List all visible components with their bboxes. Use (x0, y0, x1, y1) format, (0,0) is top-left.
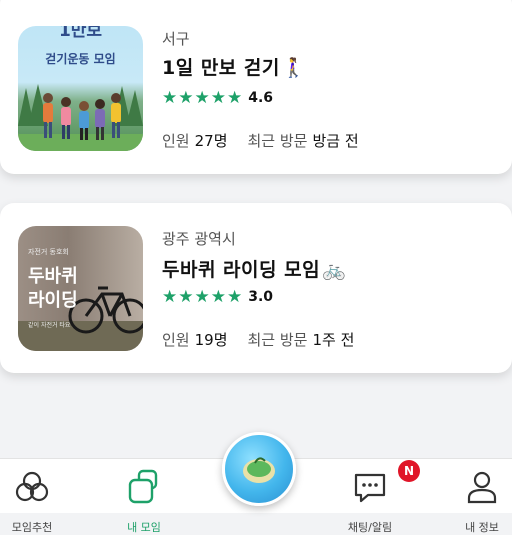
nav-item-profile[interactable]: 내 정보 (462, 467, 502, 534)
club-card-walking[interactable]: 1만보 걷기운동 모임 서구 1일 만보 걷기 🚶‍♀️ ★★★★★ 4.6 인원… (0, 0, 512, 174)
visit-value: 1주 전 (312, 331, 355, 349)
person-icon (467, 471, 497, 504)
club-meta: 인원 27명 최근 방문 방금 전 (162, 130, 359, 151)
circles-icon (15, 471, 49, 502)
club-title-text: 두바퀴 라이딩 모임 (162, 259, 321, 281)
club-rating: ★★★★★ 3.0 (162, 287, 273, 307)
club-card-riding[interactable]: 자전거 동호회 두바퀴 라이딩 같이 자전거 타요 광주 광역시 두바퀴 라이딩… (0, 203, 512, 373)
club-thumbnail: 자전거 동호회 두바퀴 라이딩 같이 자전거 타요 (18, 226, 143, 351)
thumbnail-caption: 자전거 동호회 (28, 248, 69, 256)
visit-value: 방금 전 (312, 132, 359, 150)
visit-label: 최근 방문 (247, 132, 308, 150)
chat-icon (354, 473, 386, 503)
club-region: 서구 (162, 30, 190, 48)
star-rating-icon: ★★★★★ (162, 88, 244, 108)
nav-item-recommend[interactable]: 모임추천 (12, 467, 52, 534)
rating-score: 3.0 (248, 289, 274, 305)
members-value: 19명 (194, 331, 228, 349)
walking-group-illustration (18, 84, 143, 151)
thumbnail-tagline: 같이 자전거 타요 (28, 322, 71, 329)
visit-label: 최근 방문 (247, 331, 308, 349)
club-thumbnail: 1만보 걷기운동 모임 (18, 26, 143, 151)
nav-label: 모임추천 (11, 521, 53, 534)
thumbnail-title-line2: 라이딩 (28, 290, 78, 311)
members-label: 인원 (162, 132, 190, 150)
club-title: 1일 만보 걷기 🚶‍♀️ (162, 53, 306, 80)
squares-icon (128, 469, 158, 504)
nav-item-chat[interactable]: 채팅/알림 (348, 467, 392, 534)
members-label: 인원 (162, 331, 190, 349)
rating-score: 4.6 (248, 90, 274, 106)
island-icon (243, 457, 275, 483)
nav-item-my-clubs[interactable]: 내 모임 (124, 467, 164, 534)
star-rating-icon: ★★★★★ (162, 287, 244, 307)
nav-label: 내 모임 (127, 521, 161, 534)
club-region: 광주 광역시 (162, 230, 236, 248)
club-title-text: 1일 만보 걷기 (162, 57, 280, 79)
bicycle-emoji-icon: 🚲 (322, 259, 347, 281)
club-rating: ★★★★★ 4.6 (162, 88, 273, 108)
club-title: 두바퀴 라이딩 모임 🚲 (162, 255, 346, 282)
notification-badge: N (398, 460, 420, 482)
club-meta: 인원 19명 최근 방문 1주 전 (162, 329, 354, 350)
nav-label: 채팅/알림 (347, 521, 393, 534)
thumbnail-title-line1: 두바퀴 (28, 266, 78, 287)
nav-label: 내 정보 (465, 521, 499, 534)
walking-emoji-icon: 🚶‍♀️ (281, 57, 307, 79)
members-value: 27명 (194, 132, 228, 150)
island-home-button[interactable] (222, 432, 296, 506)
